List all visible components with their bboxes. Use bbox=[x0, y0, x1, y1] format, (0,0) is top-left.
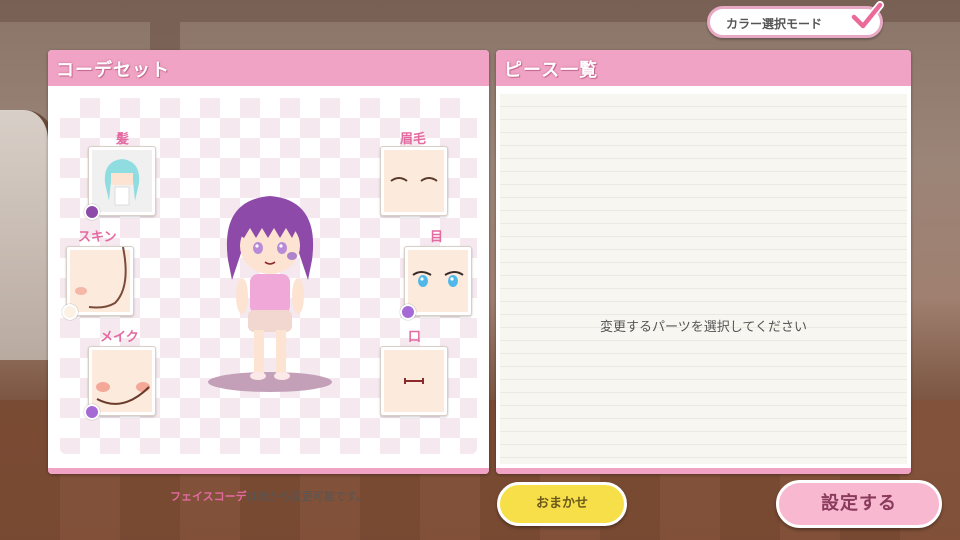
confirm-button[interactable]: 設定する bbox=[776, 480, 942, 528]
hair-slot[interactable] bbox=[88, 146, 156, 216]
makeup-slot[interactable] bbox=[88, 346, 156, 416]
pieces-list-panel: ピース一覧 変更するパーツを選択してください bbox=[496, 50, 911, 474]
eyebrows-label: 眉毛 bbox=[400, 132, 427, 147]
background-window bbox=[0, 110, 54, 360]
coordinate-set-panel: コーデセット 髪 スキン メイク 眉毛 目 口 フェイスコーデは後から変更可能で… bbox=[48, 50, 489, 503]
mouth-icon bbox=[404, 378, 424, 384]
panel-footer bbox=[48, 468, 489, 474]
preview-stage: 髪 スキン メイク 眉毛 目 口 フェイスコーデは後から変更可能です。 bbox=[60, 98, 477, 503]
hair-thumbnail-icon bbox=[92, 150, 152, 212]
color-select-mode-label: カラー選択モード bbox=[726, 17, 823, 31]
eyebrows-icon bbox=[390, 177, 438, 182]
eyes-slot[interactable] bbox=[404, 246, 472, 316]
panel-title: コーデセット bbox=[56, 60, 170, 81]
panel-title: ピース一覧 bbox=[504, 60, 599, 81]
face-coordinate-highlight: フェイスコーデ bbox=[170, 490, 247, 503]
hair-label: 髪 bbox=[116, 132, 130, 147]
ceiling-beam bbox=[150, 22, 180, 50]
skin-slot[interactable] bbox=[66, 246, 134, 316]
mouth-slot[interactable] bbox=[380, 346, 448, 416]
eyes-label: 目 bbox=[430, 230, 444, 245]
skin-label: スキン bbox=[78, 230, 117, 245]
panel-footer bbox=[496, 468, 911, 474]
eyes-icon bbox=[412, 271, 464, 287]
face-coordinate-note: フェイスコーデは後から変更可能です。 bbox=[170, 488, 367, 504]
color-select-mode-toggle[interactable]: カラー選択モード bbox=[707, 1, 884, 38]
skin-color-swatch[interactable] bbox=[62, 304, 78, 320]
pieces-list-area: 変更するパーツを選択してください bbox=[500, 94, 907, 464]
checkmark-icon bbox=[850, 1, 884, 30]
eyebrows-slot[interactable] bbox=[380, 146, 448, 216]
character-preview bbox=[208, 196, 332, 392]
mouth-label: 口 bbox=[408, 330, 422, 345]
face-outline-icon bbox=[75, 247, 127, 309]
random-button[interactable]: おまかせ bbox=[497, 482, 627, 526]
makeup-color-swatch[interactable] bbox=[84, 404, 100, 420]
panel-header: ピース一覧 bbox=[496, 50, 911, 86]
hair-color-swatch[interactable] bbox=[84, 204, 100, 220]
eyes-color-swatch[interactable] bbox=[400, 304, 416, 320]
makeup-label: メイク bbox=[100, 330, 139, 345]
select-part-message: 変更するパーツを選択してください bbox=[600, 320, 807, 335]
face-coordinate-note-text: は後から変更可能です。 bbox=[246, 490, 367, 503]
blush-icon bbox=[96, 382, 150, 405]
panel-header: コーデセット bbox=[48, 50, 489, 86]
